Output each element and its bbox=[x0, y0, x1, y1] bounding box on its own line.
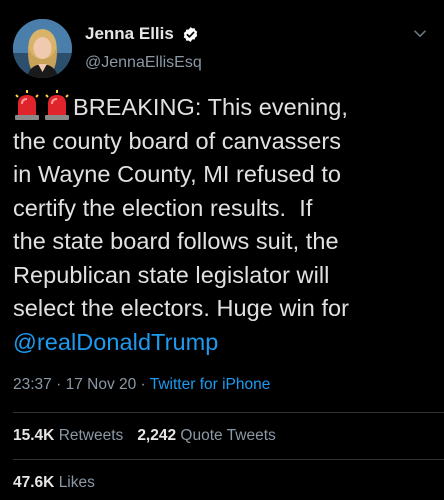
police-light-icon bbox=[15, 90, 39, 120]
author-name[interactable]: Jenna Ellis bbox=[85, 24, 174, 44]
avatar[interactable] bbox=[13, 19, 72, 78]
tweet-line-text: BREAKING: This evening, bbox=[73, 94, 349, 120]
divider bbox=[13, 412, 444, 413]
likes-count: 47.6K bbox=[13, 474, 55, 491]
tweet-line-7: select the electors. Huge win for bbox=[13, 295, 350, 321]
retweets-label: Retweets bbox=[58, 427, 124, 444]
tweet-meta: 23:37 · 17 Nov 20 · Twitter for iPhone bbox=[13, 376, 270, 394]
tweet-line-3: in Wayne County, MI refused to bbox=[13, 161, 342, 187]
likes-stat[interactable]: 47.6K Likes bbox=[13, 474, 95, 492]
police-light-icon bbox=[45, 90, 69, 120]
retweets-stat[interactable]: 15.4K Retweets bbox=[13, 427, 123, 444]
mention-link[interactable]: @realDonaldTrump bbox=[13, 326, 433, 360]
verified-badge-icon bbox=[183, 27, 198, 42]
quote-tweets-count: 2,242 bbox=[137, 427, 177, 444]
author-handle[interactable]: @JennaEllisEsq bbox=[85, 54, 202, 72]
meta-separator: · bbox=[51, 376, 66, 393]
quote-tweets-stat[interactable]: 2,242 Quote Tweets bbox=[137, 427, 275, 444]
likes-label: Likes bbox=[58, 474, 95, 491]
quote-tweets-label: Quote Tweets bbox=[180, 427, 276, 444]
retweets-count: 15.4K bbox=[13, 427, 55, 444]
tweet-line-1: BREAKING: This evening, bbox=[13, 90, 433, 125]
meta-separator: · bbox=[136, 376, 150, 393]
chevron-down-icon[interactable] bbox=[414, 30, 426, 38]
tweet-time: 23:37 bbox=[13, 376, 52, 393]
tweet-line-2: the county board of canvassers bbox=[13, 127, 342, 154]
tweet-line-4: certify the election results. If bbox=[13, 194, 313, 221]
tweet-detail: Jenna Ellis @JennaEllisEsq BREAKING: Thi… bbox=[0, 0, 444, 500]
tweet-date: 17 Nov 20 bbox=[65, 376, 137, 393]
tweet-line-5: the state board follows suit, the bbox=[13, 228, 339, 254]
tweet-source-link[interactable]: Twitter for iPhone bbox=[150, 376, 271, 393]
engagement-stats: 15.4K Retweets 2,242 Quote Tweets bbox=[13, 427, 276, 445]
tweet-line-6: Republican state legislator will bbox=[13, 261, 330, 288]
tweet-text: BREAKING: This evening, the county board… bbox=[13, 90, 433, 359]
divider bbox=[13, 459, 444, 460]
